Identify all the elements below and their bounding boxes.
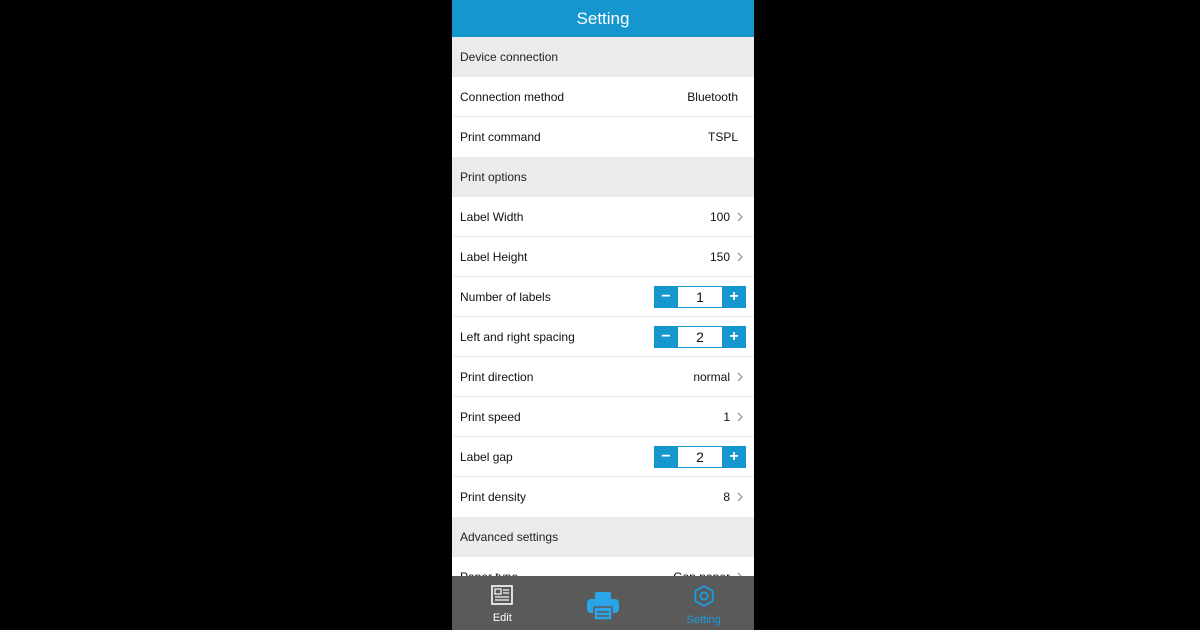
left-and-right-spacing-stepper: −2 + [654, 325, 746, 348]
setting-value-wrap: 1 [723, 410, 746, 424]
setting-row-label-width[interactable]: Label Width 100 [452, 197, 754, 237]
label-gap-stepper: −2 + [654, 445, 746, 468]
bottom-tab-bar: Edit Setting [452, 576, 754, 630]
edit-icon [491, 585, 514, 608]
title-bar: Setting [452, 0, 754, 37]
setting-value-wrap: 150 [710, 250, 746, 264]
settings-icon [693, 584, 715, 610]
setting-label: Print command [460, 130, 541, 144]
setting-row-connection-method: Connection method Bluetooth [452, 77, 754, 117]
setting-value: 1 [723, 409, 730, 424]
section-header-advanced-settings: Advanced settings [452, 517, 754, 557]
stepper-value[interactable]: 1 [678, 285, 722, 308]
tab-setting[interactable]: Setting [653, 576, 754, 630]
setting-row-print-speed[interactable]: Print speed 1 [452, 397, 754, 437]
setting-value: 150 [709, 249, 730, 264]
chevron-right-icon [736, 212, 746, 222]
setting-label: Label Height [460, 249, 528, 264]
setting-label: Label gap [460, 449, 513, 464]
tab-print[interactable] [553, 576, 654, 630]
setting-label: Label Width [460, 209, 524, 224]
setting-row-label-gap: Label gap −2 + [452, 437, 754, 477]
setting-value-wrap: 100 [710, 210, 746, 224]
chevron-right-icon [736, 252, 746, 262]
decrement-button[interactable]: − [654, 325, 678, 348]
setting-row-print-direction[interactable]: Print direction normal [452, 357, 754, 397]
settings-list: Device connection Connection method Blueto… [452, 37, 754, 576]
setting-value: normal [693, 369, 730, 384]
tab-edit[interactable]: Edit [452, 576, 553, 630]
setting-value-wrap: Bluetooth [687, 90, 746, 104]
stepper-value[interactable]: 2 [678, 325, 722, 348]
setting-value: 100 [709, 209, 730, 224]
setting-value-wrap: TSPL [708, 130, 746, 144]
setting-label: Number of labels [460, 289, 551, 304]
tab-setting-label: Setting [686, 614, 721, 626]
setting-value: TSPL [707, 130, 738, 144]
setting-label: Left and right spacing [460, 329, 575, 344]
setting-value: 8 [723, 490, 730, 504]
tab-edit-label: Edit [492, 612, 512, 624]
page-title: Setting [576, 8, 630, 28]
setting-label: Print speed [460, 409, 521, 424]
setting-label: Connection method [460, 89, 565, 104]
setting-value: Bluetooth [687, 89, 738, 104]
setting-label: Print density [460, 490, 527, 504]
setting-row-left-and-right-spacing: Left and right spacing −2 + [452, 317, 754, 357]
setting-row-print-command: Print command TSPL [452, 117, 754, 157]
decrement-button[interactable]: − [654, 285, 678, 308]
chevron-right-icon [736, 492, 746, 502]
increment-button[interactable]: + [722, 325, 746, 348]
setting-value-wrap: 8 [723, 490, 746, 504]
printer-icon [586, 591, 620, 624]
setting-row-number-of-labels: Number of labels −1 + [452, 277, 754, 317]
setting-row-paper-type[interactable]: Paper typeGap paper [452, 557, 754, 576]
phone-screen: Setting Device connection Connection meth… [452, 0, 754, 630]
section-header-device-connection: Device connection [452, 37, 754, 77]
decrement-button[interactable]: − [654, 445, 678, 468]
increment-button[interactable]: + [722, 285, 746, 308]
increment-button[interactable]: + [722, 445, 746, 468]
setting-value-wrap: normal [693, 370, 746, 384]
number-of-labels-stepper: −1 + [654, 285, 746, 308]
setting-label: Print direction [460, 369, 534, 384]
section-header-print-options: Print options [452, 157, 754, 197]
setting-row-label-height[interactable]: Label Height 150 [452, 237, 754, 277]
chevron-right-icon [736, 372, 746, 382]
stepper-value[interactable]: 2 [678, 445, 722, 468]
setting-row-print-density[interactable]: Print density 8 [452, 477, 754, 517]
chevron-right-icon [736, 412, 746, 422]
